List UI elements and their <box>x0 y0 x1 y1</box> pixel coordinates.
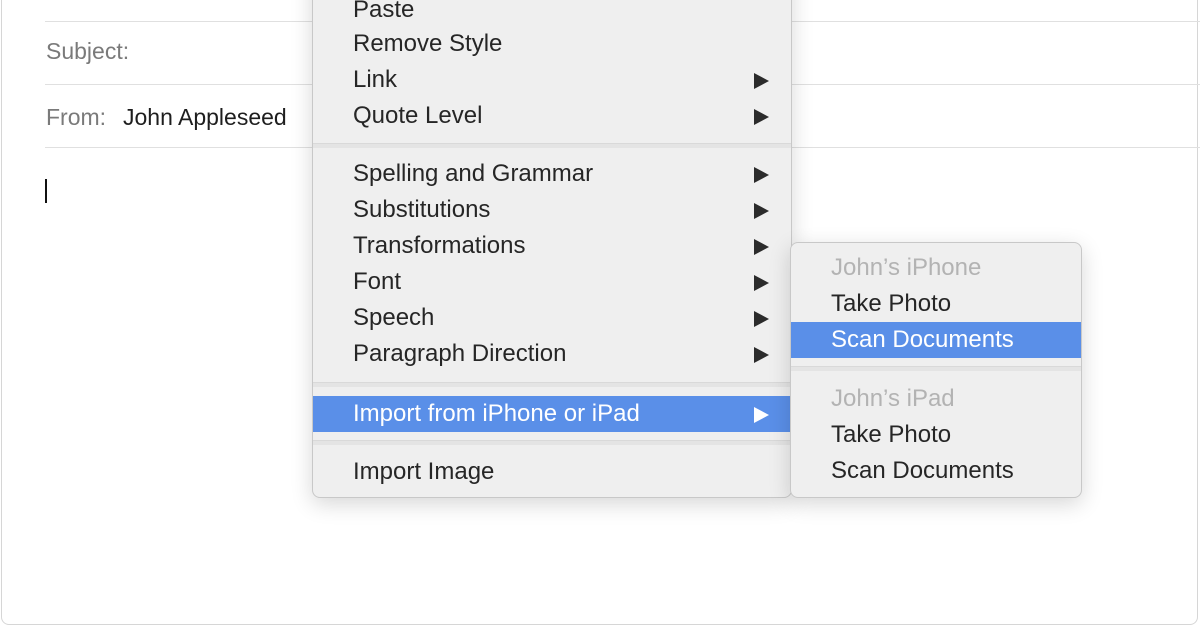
submenu-device-header: John’s iPhone <box>791 250 1081 286</box>
menu-item-label: Scan Documents <box>831 326 1014 353</box>
menu-item-label: Take Photo <box>831 290 952 317</box>
submenu-item-take-photo[interactable]: Take Photo <box>791 417 1081 453</box>
menu-item-label: Font <box>353 268 402 295</box>
context-menu: Paste Remove Style Link Quote Level Spel… <box>312 0 792 498</box>
menu-item-label: Scan Documents <box>831 457 1014 484</box>
menu-item-label: Spelling and Grammar <box>353 160 594 187</box>
menu-separator <box>791 366 1081 371</box>
device-name-label: John’s iPhone <box>831 254 982 281</box>
text-cursor <box>45 179 47 203</box>
menu-item-font[interactable]: Font <box>313 264 791 300</box>
subject-label: Subject: <box>46 38 130 64</box>
submenu-item-take-photo[interactable]: Take Photo <box>791 286 1081 322</box>
menu-item-label: Quote Level <box>353 102 483 129</box>
submenu-arrow-icon <box>754 275 769 291</box>
menu-item-link[interactable]: Link <box>313 62 791 98</box>
menu-item-label: Import from iPhone or iPad <box>353 400 640 427</box>
menu-item-label: Substitutions <box>353 196 491 223</box>
menu-item-import-image[interactable]: Import Image <box>313 454 791 490</box>
menu-item-substitutions[interactable]: Substitutions <box>313 192 791 228</box>
submenu-item-scan-documents[interactable]: Scan Documents <box>791 453 1081 489</box>
menu-item-label: Transformations <box>353 232 526 259</box>
submenu-arrow-icon <box>754 407 769 423</box>
menu-item-label: Import Image <box>353 458 495 485</box>
submenu-arrow-icon <box>754 311 769 327</box>
import-submenu: John’s iPhone Take Photo Scan Documents … <box>790 242 1082 498</box>
menu-item-quote-level[interactable]: Quote Level <box>313 98 791 134</box>
device-name-label: John’s iPad <box>831 385 955 412</box>
menu-item-paste[interactable]: Paste <box>313 0 791 28</box>
submenu-item-scan-documents[interactable]: Scan Documents <box>791 322 1081 358</box>
menu-separator <box>313 382 791 387</box>
menu-item-label: Paragraph Direction <box>353 340 567 367</box>
from-label: From: <box>46 104 107 130</box>
menu-separator <box>313 440 791 445</box>
menu-item-label: Paste <box>353 0 415 23</box>
menu-item-remove-style[interactable]: Remove Style <box>313 26 791 62</box>
menu-item-paragraph-direction[interactable]: Paragraph Direction <box>313 336 791 372</box>
submenu-arrow-icon <box>754 109 769 125</box>
menu-item-transformations[interactable]: Transformations <box>313 228 791 264</box>
submenu-arrow-icon <box>754 239 769 255</box>
submenu-arrow-icon <box>754 73 769 89</box>
menu-item-label: Take Photo <box>831 421 952 448</box>
submenu-arrow-icon <box>754 347 769 363</box>
submenu-arrow-icon <box>754 203 769 219</box>
menu-item-label: Speech <box>353 304 435 331</box>
submenu-device-header: John’s iPad <box>791 381 1081 417</box>
menu-separator <box>313 143 791 148</box>
menu-item-speech[interactable]: Speech <box>313 300 791 336</box>
menu-item-spelling-and-grammar[interactable]: Spelling and Grammar <box>313 156 791 192</box>
menu-item-label: Link <box>353 66 398 93</box>
submenu-arrow-icon <box>754 167 769 183</box>
menu-item-label: Remove Style <box>353 30 503 57</box>
menu-item-import-from-iphone-or-ipad[interactable]: Import from iPhone or iPad <box>313 396 791 432</box>
from-account-select[interactable]: John Appleseed <box>123 104 287 131</box>
